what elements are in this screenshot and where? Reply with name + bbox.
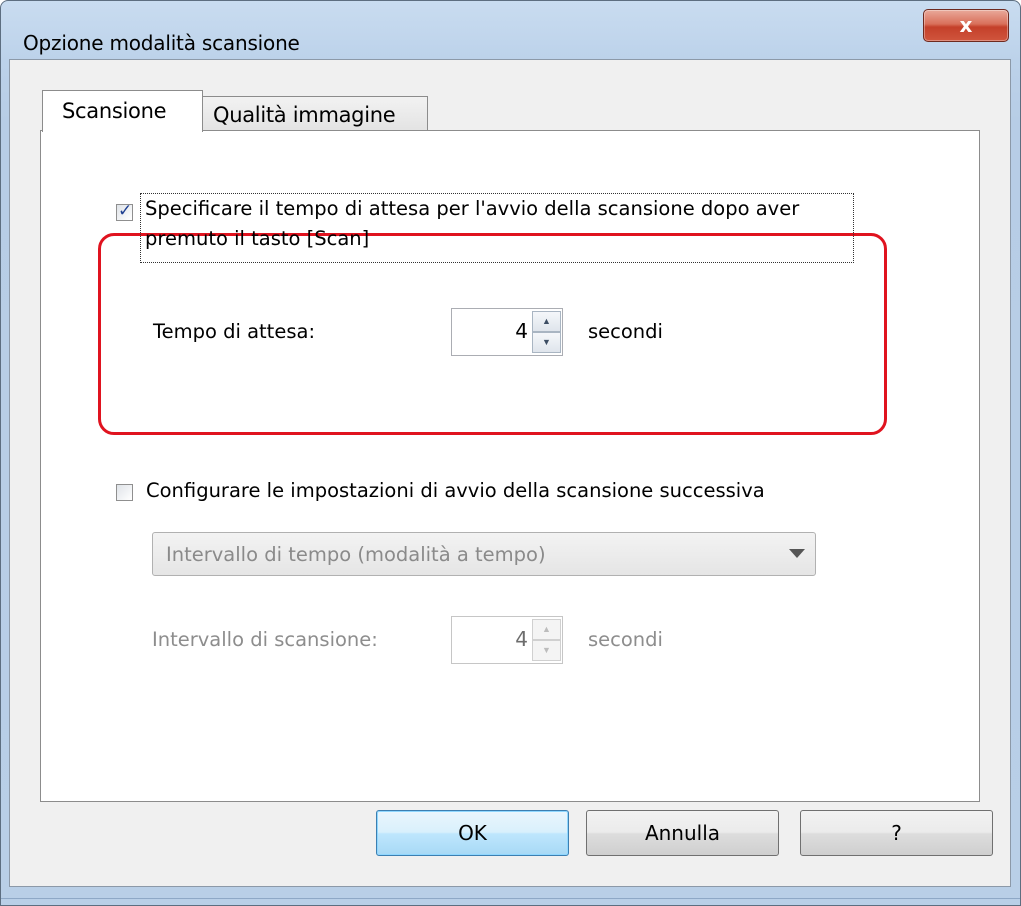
chevron-up-icon: ▲ (542, 624, 551, 634)
wait-time-label: Tempo di attesa: (153, 320, 316, 343)
close-icon: x (959, 13, 973, 37)
scan-interval-value[interactable]: 4 (515, 627, 528, 651)
dropdown-arrow-icon (789, 549, 805, 558)
scan-interval-spinner[interactable]: 4 ▲ ▼ (451, 616, 563, 664)
scan-mode-dropdown[interactable]: Intervallo di tempo (modalità a tempo) (152, 532, 816, 576)
spin-down-button[interactable]: ▼ (532, 332, 561, 353)
scan-mode-selected: Intervallo di tempo (modalità a tempo) (166, 543, 546, 566)
cancel-button[interactable]: Annulla (586, 810, 779, 856)
next-scan-checkbox[interactable] (116, 484, 133, 501)
scan-interval-unit: secondi (588, 628, 663, 651)
next-scan-checkbox-label[interactable]: Configurare le impostazioni di avvio del… (146, 479, 765, 502)
spin-up-button[interactable]: ▲ (532, 311, 561, 332)
ok-button[interactable]: OK (376, 810, 569, 856)
scan-interval-label: Intervallo di scansione: (152, 628, 378, 651)
client-area: Scansione Qualità immagine ✓ Specificare… (9, 59, 1011, 887)
wait-time-checkbox[interactable]: ✓ (116, 201, 133, 221)
title-bar[interactable]: Opzione modalità scansione x (1, 1, 1020, 59)
spin-up-button[interactable]: ▲ (532, 619, 561, 640)
wait-time-value[interactable]: 4 (515, 319, 528, 343)
wait-time-unit: secondi (588, 320, 663, 343)
chevron-down-icon: ▼ (542, 645, 551, 655)
dialog-window: Opzione modalità scansione x Scansione Q… (0, 0, 1021, 906)
tab-scansione[interactable]: Scansione (42, 90, 203, 132)
wait-time-spinner[interactable]: 4 ▲ ▼ (451, 308, 563, 356)
window-title: Opzione modalità scansione (23, 31, 300, 55)
window-bottom-edge (1, 898, 1020, 905)
checkmark-icon: ✓ (118, 201, 133, 221)
spin-down-button[interactable]: ▼ (532, 640, 561, 661)
chevron-down-icon: ▼ (542, 337, 551, 347)
wait-time-checkbox-label-1[interactable]: Specificare il tempo di attesa per l'avv… (145, 197, 799, 220)
chevron-up-icon: ▲ (542, 316, 551, 326)
help-button[interactable]: ? (800, 810, 993, 856)
close-button[interactable]: x (923, 9, 1009, 42)
wait-time-checkbox-label-2[interactable]: premuto il tasto [Scan] (145, 227, 369, 250)
tab-qualita-immagine[interactable]: Qualità immagine (203, 96, 428, 131)
